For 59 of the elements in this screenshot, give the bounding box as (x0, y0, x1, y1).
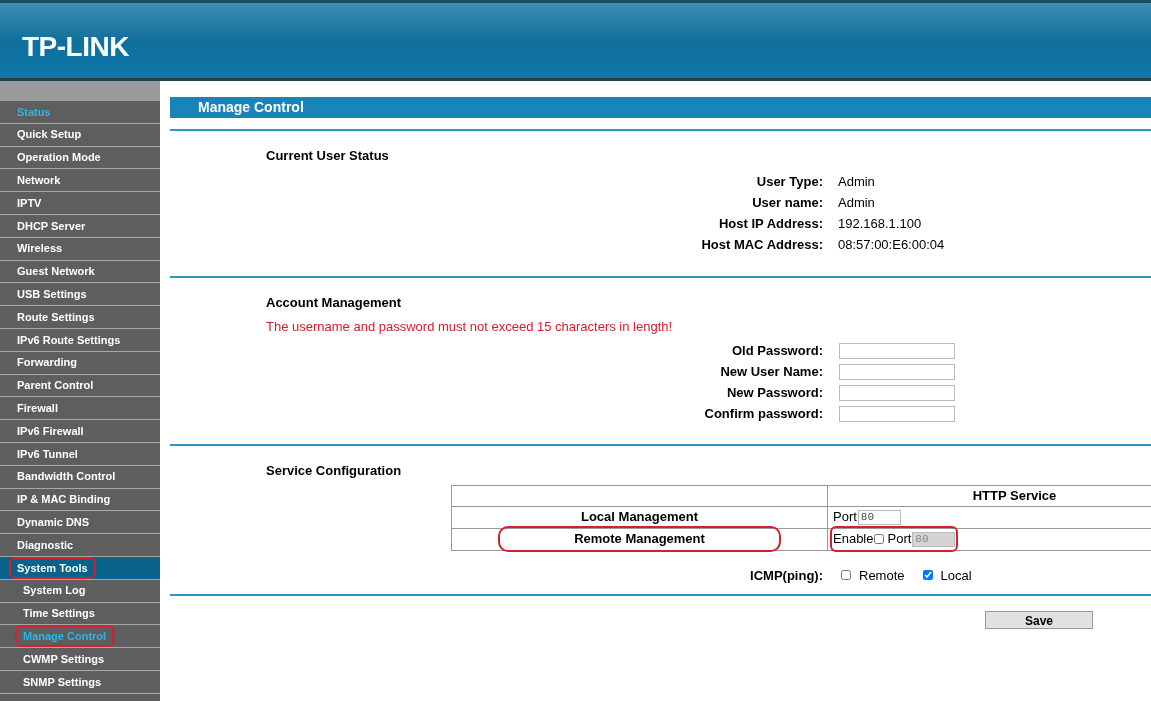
input-field[interactable] (839, 342, 955, 359)
menu-item[interactable]: CWMP Settings (15, 647, 113, 671)
menu-item[interactable]: Operation Mode (9, 146, 109, 169)
input-field[interactable] (839, 384, 955, 401)
field-label: ICMP(ping): (749, 566, 823, 585)
menu-item[interactable]: Bandwidth Control (9, 465, 124, 488)
field-label: Port (887, 530, 912, 549)
column-header: HTTP Service (971, 486, 1058, 505)
field-label: New User Name: (719, 362, 823, 381)
menu-item[interactable]: Wireless (9, 237, 71, 260)
checkbox[interactable] (922, 570, 933, 581)
section-title: Service Configuration (265, 462, 403, 480)
menu-item[interactable]: Guest Network (9, 260, 103, 283)
menu-item[interactable]: Firewall (9, 397, 66, 420)
save-button[interactable]: Save (985, 611, 1093, 629)
section-title: Current User Status (266, 147, 390, 165)
menu-item[interactable]: IPv6 Route Settings (9, 328, 129, 352)
brand-logo: TP-LINK (22, 29, 129, 64)
menu-item[interactable]: DHCP Server (9, 214, 94, 238)
field-label: New Password: (725, 383, 823, 402)
field-label: User Type: (755, 173, 823, 192)
checkbox[interactable] (841, 570, 851, 581)
field-label: Confirm password: (703, 404, 823, 423)
input-field[interactable] (839, 363, 955, 380)
menu-item[interactable]: Quick Setup (9, 123, 90, 146)
warning-text: The username and password must not exceed 15 characters in length! (266, 317, 674, 336)
row-label: Remote Management (498, 526, 781, 552)
menu-item[interactable]: Network (9, 169, 69, 192)
field-label: Host IP Address: (717, 215, 823, 234)
field-value: 08:57:00:E6:00:04 (838, 236, 945, 255)
menu-item[interactable]: System Log (15, 579, 94, 602)
menu-item[interactable]: IPTV (9, 191, 50, 215)
checkbox-label: Enable (833, 530, 874, 549)
field-label: Old Password: (730, 341, 823, 360)
checkbox-label: Local (940, 566, 972, 585)
checkbox-label: Remote (859, 566, 905, 585)
page-title: Manage Control (198, 98, 304, 117)
menu-item[interactable]: Forwarding (9, 351, 85, 374)
checkbox[interactable] (874, 534, 885, 544)
menu-item[interactable]: Route Settings (9, 305, 103, 329)
field-label: Port (833, 508, 857, 527)
row-label: Local Management (580, 508, 699, 527)
field-label: Host MAC Address: (700, 236, 823, 255)
field-value: 192.168.1.100 (838, 215, 922, 234)
menu-item[interactable]: Dynamic DNS (9, 511, 98, 534)
input-field[interactable] (839, 405, 955, 422)
field-value: Admin (838, 173, 875, 192)
menu-item[interactable]: USB Settings (9, 283, 95, 306)
field-value: Admin (838, 194, 875, 213)
menu-item[interactable]: IPv6 Firewall (9, 419, 92, 443)
input-field[interactable]: 80 (857, 509, 901, 525)
menu-item[interactable]: Parent Control (9, 374, 102, 397)
field-label: User name: (751, 194, 823, 213)
menu-item[interactable]: Time Settings (15, 602, 103, 625)
menu-item[interactable]: SNMP Settings (15, 670, 110, 694)
menu-item[interactable]: IPv6 Tunnel (9, 442, 86, 466)
section-title: Account Management (266, 294, 403, 312)
menu-item[interactable]: IP & MAC Binding (9, 488, 119, 511)
menu-item[interactable]: Diagnostic (9, 533, 82, 557)
